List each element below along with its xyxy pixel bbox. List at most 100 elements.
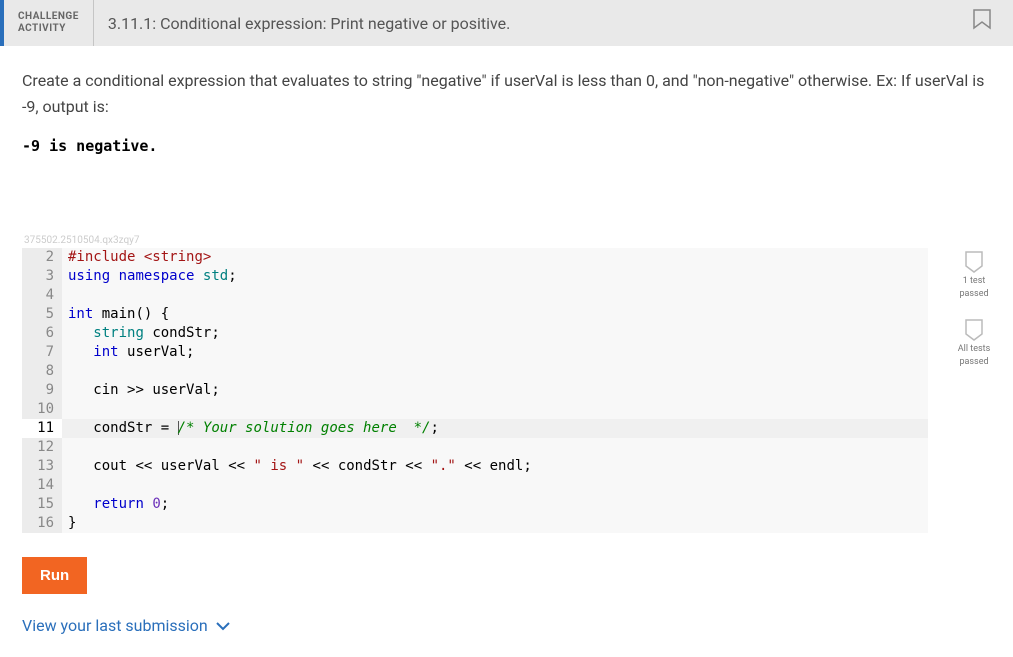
code-text[interactable]: int main() { bbox=[62, 305, 928, 324]
code-text[interactable]: string condStr; bbox=[62, 324, 928, 343]
editor-wrapper: 2#include <string>3using namespace std;4… bbox=[22, 248, 991, 533]
code-token: ; bbox=[211, 325, 219, 341]
code-token: <string> bbox=[144, 249, 211, 265]
code-token: main bbox=[102, 306, 136, 322]
challenge-badge: CHALLENGE ACTIVITY bbox=[4, 0, 94, 46]
code-token bbox=[169, 420, 177, 436]
code-text[interactable]: int userVal; bbox=[62, 343, 928, 362]
code-token bbox=[68, 382, 93, 398]
code-token: return bbox=[93, 496, 144, 512]
code-token: /* Your solution goes here */ bbox=[178, 420, 431, 436]
code-token: << bbox=[228, 458, 245, 474]
code-token bbox=[119, 382, 127, 398]
code-token bbox=[397, 458, 405, 474]
code-token: cin bbox=[93, 382, 118, 398]
code-line[interactable]: 5int main() { bbox=[22, 305, 928, 324]
code-token: userVal bbox=[152, 382, 211, 398]
code-token bbox=[68, 325, 93, 341]
code-text[interactable]: cin >> userVal; bbox=[62, 381, 928, 400]
code-token: << bbox=[464, 458, 481, 474]
activity-title: 3.11.1: Conditional expression: Print ne… bbox=[94, 14, 971, 33]
code-token: int bbox=[93, 344, 118, 360]
code-token bbox=[422, 458, 430, 474]
code-token bbox=[68, 420, 93, 436]
example-output: -9 is negative. bbox=[22, 137, 991, 155]
code-line[interactable]: 2#include <string> bbox=[22, 248, 928, 267]
test-badge-label: passed bbox=[959, 357, 988, 368]
line-number: 15 bbox=[22, 495, 62, 514]
test-badge: 1 testpassed bbox=[946, 250, 1002, 300]
code-line[interactable]: 14 bbox=[22, 476, 928, 495]
badge-line1: CHALLENGE bbox=[18, 11, 79, 23]
code-line[interactable]: 16} bbox=[22, 514, 928, 533]
code-line[interactable]: 8 bbox=[22, 362, 928, 381]
code-token: ; bbox=[161, 496, 169, 512]
code-token: string bbox=[93, 325, 144, 341]
code-token: { bbox=[161, 306, 169, 322]
line-number: 12 bbox=[22, 438, 62, 457]
line-number: 13 bbox=[22, 457, 62, 476]
code-editor[interactable]: 2#include <string>3using namespace std;4… bbox=[22, 248, 928, 533]
code-token bbox=[481, 458, 489, 474]
test-badge-label: 1 test bbox=[963, 276, 986, 287]
code-token bbox=[93, 306, 101, 322]
code-token: << bbox=[405, 458, 422, 474]
code-line[interactable]: 12 bbox=[22, 438, 928, 457]
code-token: << bbox=[313, 458, 330, 474]
code-token: } bbox=[68, 515, 76, 531]
code-line[interactable]: 3using namespace std; bbox=[22, 267, 928, 286]
code-text[interactable]: return 0; bbox=[62, 495, 928, 514]
view-last-submission-link[interactable]: View your last submission bbox=[22, 616, 991, 635]
code-token: int bbox=[68, 306, 93, 322]
line-number: 10 bbox=[22, 400, 62, 419]
test-badge-label: All tests bbox=[958, 344, 990, 355]
code-token: #include bbox=[68, 249, 135, 265]
code-token bbox=[152, 458, 160, 474]
line-number: 5 bbox=[22, 305, 62, 324]
code-token: userVal bbox=[161, 458, 220, 474]
code-token: >> bbox=[127, 382, 144, 398]
test-badges: 1 testpassed All tests passed bbox=[946, 248, 1002, 533]
code-text[interactable]: cout << userVal << " is " << condStr << … bbox=[62, 457, 928, 476]
code-token bbox=[194, 268, 202, 284]
code-token: cout bbox=[93, 458, 127, 474]
code-token bbox=[304, 458, 312, 474]
shield-icon bbox=[964, 318, 984, 342]
line-number: 16 bbox=[22, 514, 62, 533]
code-text[interactable]: #include <string> bbox=[62, 248, 928, 267]
code-token: "." bbox=[431, 458, 456, 474]
code-token: condStr bbox=[152, 325, 211, 341]
code-token: ; bbox=[523, 458, 531, 474]
view-submission-label: View your last submission bbox=[22, 616, 208, 635]
line-number: 11 bbox=[22, 419, 62, 438]
code-line[interactable]: 13 cout << userVal << " is " << condStr … bbox=[22, 457, 928, 476]
code-token bbox=[220, 458, 228, 474]
code-text[interactable]: using namespace std; bbox=[62, 267, 928, 286]
chevron-down-icon bbox=[216, 616, 230, 635]
code-token bbox=[329, 458, 337, 474]
code-line[interactable]: 6 string condStr; bbox=[22, 324, 928, 343]
code-token: () bbox=[135, 306, 152, 322]
code-text[interactable]: condStr = /* Your solution goes here */; bbox=[62, 419, 928, 438]
code-line[interactable]: 4 bbox=[22, 286, 928, 305]
code-line[interactable]: 9 cin >> userVal; bbox=[22, 381, 928, 400]
code-line[interactable]: 11 condStr = /* Your solution goes here … bbox=[22, 419, 928, 438]
line-number: 9 bbox=[22, 381, 62, 400]
code-token: endl bbox=[490, 458, 524, 474]
code-token: std bbox=[203, 268, 228, 284]
test-badge: All tests passed bbox=[946, 318, 1002, 368]
line-number: 8 bbox=[22, 362, 62, 381]
watermark-text: 375502.2510504.qx3zqy7 bbox=[24, 235, 991, 246]
code-text[interactable]: } bbox=[62, 514, 928, 533]
line-number: 2 bbox=[22, 248, 62, 267]
code-line[interactable]: 15 return 0; bbox=[22, 495, 928, 514]
code-line[interactable]: 10 bbox=[22, 400, 928, 419]
run-button[interactable]: Run bbox=[22, 557, 87, 594]
code-token: using bbox=[68, 268, 110, 284]
bookmark-icon[interactable] bbox=[971, 8, 993, 38]
code-token: ; bbox=[186, 344, 194, 360]
code-token: " is " bbox=[254, 458, 305, 474]
code-token bbox=[245, 458, 253, 474]
activity-header: CHALLENGE ACTIVITY 3.11.1: Conditional e… bbox=[0, 0, 1013, 46]
code-line[interactable]: 7 int userVal; bbox=[22, 343, 928, 362]
